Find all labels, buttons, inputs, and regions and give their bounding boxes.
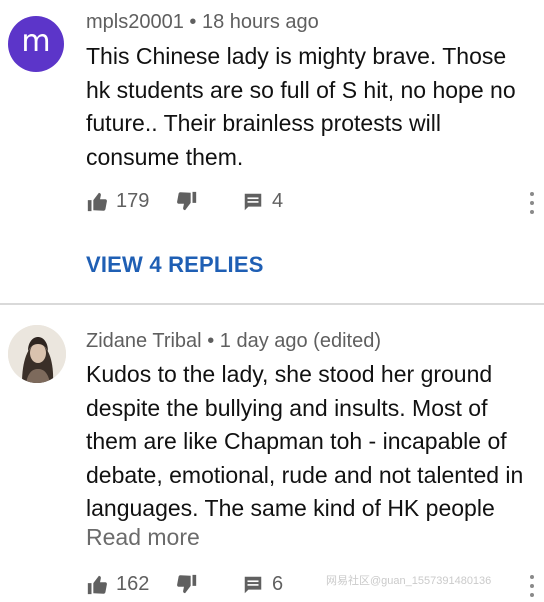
thumbs-up-icon	[87, 192, 107, 211]
comment-item: m mpls20001 • 18 hours ago This Chinese …	[0, 0, 544, 304]
comment-meta: Zidane Tribal • 1 day ago (edited)	[86, 330, 381, 353]
comment-meta: mpls20001 • 18 hours ago	[86, 11, 319, 34]
comment-icon	[244, 193, 262, 210]
thumbs-up-icon	[87, 575, 107, 594]
comment-icon	[244, 576, 262, 593]
more-options-icon[interactable]	[528, 575, 536, 602]
dislike-button[interactable]	[176, 573, 198, 595]
profile-photo-icon	[8, 325, 66, 383]
dislike-button[interactable]	[176, 190, 198, 212]
read-more-link[interactable]: Read more	[86, 524, 200, 551]
meta-separator: •	[189, 11, 197, 33]
comment-time: 1 day ago (edited)	[219, 330, 381, 352]
like-button[interactable]: 179	[86, 190, 149, 213]
reply-count: 4	[272, 190, 284, 212]
like-button[interactable]: 162	[86, 573, 149, 596]
comment-author[interactable]: mpls20001	[86, 11, 184, 33]
thumbs-down-icon	[177, 574, 197, 594]
like-count: 162	[116, 573, 150, 595]
comment-time: 18 hours ago	[201, 11, 319, 33]
watermark: 网易社区@guan_1557391480136	[326, 575, 492, 587]
avatar[interactable]	[8, 325, 66, 383]
comment-actions: 179 4	[86, 190, 526, 220]
reply-count: 6	[272, 573, 284, 595]
comment-item: Zidane Tribal • 1 day ago (edited) Kudos…	[0, 305, 544, 602]
avatar[interactable]: m	[8, 16, 64, 72]
meta-separator: •	[207, 330, 215, 352]
reply-button[interactable]: 6	[242, 573, 283, 596]
thumbs-down-icon	[177, 191, 197, 211]
comment-text: This Chinese lady is mighty brave. Those…	[86, 43, 516, 170]
view-replies-link[interactable]: VIEW 4 REPLIES	[86, 252, 264, 278]
reply-button[interactable]: 4	[242, 190, 283, 213]
comment-author[interactable]: Zidane Tribal	[86, 330, 202, 352]
more-options-icon[interactable]	[528, 192, 536, 220]
comment-text: Kudos to the lady, she stood her ground …	[86, 361, 524, 521]
like-count: 179	[116, 190, 150, 212]
